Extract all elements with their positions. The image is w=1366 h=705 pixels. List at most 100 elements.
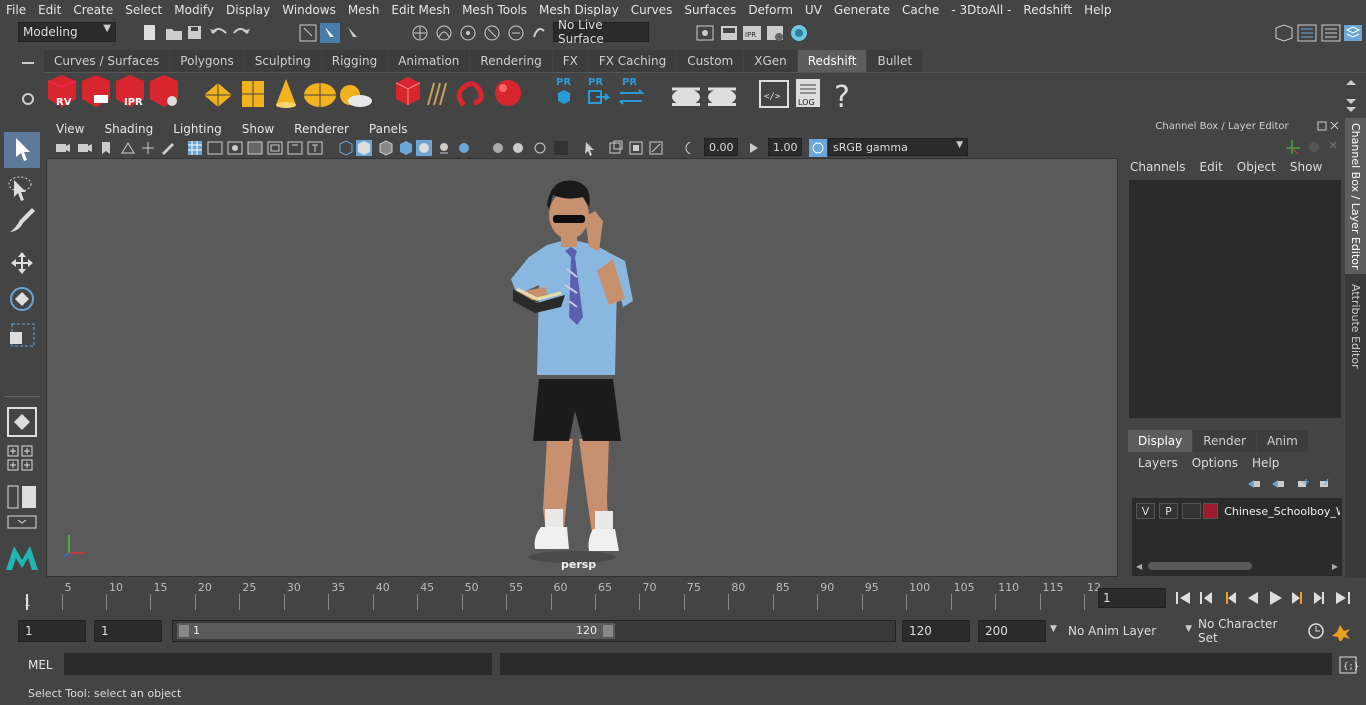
tab-animation[interactable]: Animation xyxy=(388,50,470,72)
smooth-shade-icon[interactable] xyxy=(356,140,372,156)
scroll-left-icon[interactable]: ◀ xyxy=(1136,562,1142,571)
auto-keyframe-icon[interactable] xyxy=(1308,623,1324,639)
wireframe-on-shaded-icon[interactable] xyxy=(379,140,393,156)
layer-color-swatch[interactable] xyxy=(1203,503,1219,519)
select-tool-icon[interactable] xyxy=(4,132,40,168)
menu-file[interactable]: File xyxy=(0,3,32,17)
shelf-scroll-down-icon[interactable] xyxy=(1346,99,1356,104)
grid-toggle-icon[interactable] xyxy=(188,141,202,155)
object-menu[interactable]: Object xyxy=(1237,160,1276,174)
animation-preferences-icon[interactable] xyxy=(1332,625,1350,641)
scroll-right-icon[interactable]: ▶ xyxy=(1332,562,1338,571)
step-forward-frame-icon[interactable] xyxy=(1314,592,1324,604)
time-slider[interactable]: 1510152025303540455055606570758085909510… xyxy=(18,580,1101,612)
go-to-start-icon[interactable] xyxy=(1176,592,1190,604)
speed-icon[interactable] xyxy=(1309,142,1319,152)
character-set-dropdown[interactable]: No Character Set xyxy=(1198,617,1300,645)
color-management-icon[interactable] xyxy=(808,138,828,158)
shelf-scroll-menu-icon[interactable] xyxy=(1346,107,1356,112)
gamma-field[interactable]: 1.00 xyxy=(768,138,802,156)
camera-select-icon[interactable] xyxy=(56,144,70,152)
float-panel-icon[interactable] xyxy=(1317,121,1327,131)
rs-spot-light-icon[interactable] xyxy=(276,79,296,108)
2d-pan-zoom-icon[interactable] xyxy=(142,142,154,154)
menu-edit-mesh[interactable]: Edit Mesh xyxy=(385,3,456,17)
new-layer-selected-icon[interactable] xyxy=(1320,478,1329,487)
menu-redshift[interactable]: Redshift xyxy=(1017,3,1078,17)
exposure-field[interactable]: 0.00 xyxy=(704,138,738,156)
pr-create-icon[interactable]: PR xyxy=(556,77,571,104)
snap-grid-icon[interactable] xyxy=(412,25,428,41)
shadows-icon[interactable] xyxy=(440,143,448,154)
render-view-rs-icon[interactable]: RV xyxy=(47,75,77,108)
menu-mesh-display[interactable]: Mesh Display xyxy=(533,3,625,17)
menu-deform[interactable]: Deform xyxy=(742,3,799,17)
ipr-rs-icon[interactable]: IPR xyxy=(116,75,144,108)
menu-create[interactable]: Create xyxy=(67,3,119,17)
move-layer-up-icon[interactable] xyxy=(1248,480,1260,488)
manipulator-icon[interactable] xyxy=(1286,140,1300,155)
layers-menu[interactable]: Layers xyxy=(1138,456,1178,470)
tab-rigging[interactable]: Rigging xyxy=(321,50,388,72)
film-gate-icon[interactable] xyxy=(207,141,223,155)
snap-curve-icon[interactable] xyxy=(436,25,452,41)
open-scene-icon[interactable] xyxy=(166,29,182,40)
select-by-component-icon[interactable] xyxy=(348,27,357,37)
menu-modify[interactable]: Modify xyxy=(168,3,220,17)
go-to-end-icon[interactable] xyxy=(1336,592,1350,604)
anim-layer-dropdown[interactable]: No Anim Layer ▼ xyxy=(1068,620,1194,642)
menu-cache[interactable]: Cache xyxy=(896,3,945,17)
viewport-menu-panels[interactable]: Panels xyxy=(359,122,418,136)
hypershade-icon[interactable] xyxy=(791,25,807,41)
snap-live-icon[interactable] xyxy=(508,25,524,41)
xray-active-icon[interactable] xyxy=(629,141,643,155)
tab-fx[interactable]: FX xyxy=(552,50,588,72)
live-surface-field[interactable]: No Live Surface xyxy=(553,18,649,46)
undo-icon[interactable] xyxy=(210,28,227,34)
viewport-menu-renderer[interactable]: Renderer xyxy=(284,122,359,136)
channel-box-area[interactable] xyxy=(1129,180,1341,418)
rs-material-assign-icon[interactable] xyxy=(708,87,736,106)
safe-title-icon[interactable] xyxy=(307,141,323,155)
chevron-down-icon[interactable]: ▼ xyxy=(1050,624,1057,634)
tab-polygons[interactable]: Polygons xyxy=(170,50,244,72)
screen-space-ao-icon[interactable] xyxy=(459,143,469,153)
pr-convert-icon[interactable]: PR xyxy=(619,77,645,105)
redo-icon[interactable] xyxy=(233,28,250,34)
camera-attributes-icon[interactable] xyxy=(649,141,663,155)
rs-area-light-icon[interactable] xyxy=(242,81,264,107)
use-all-lights-icon[interactable] xyxy=(416,140,432,156)
menu-select[interactable]: Select xyxy=(119,3,168,17)
rs-sphere-icon[interactable] xyxy=(495,80,521,106)
animation-start-field[interactable]: 1 xyxy=(18,620,86,642)
safe-action-icon[interactable] xyxy=(287,141,303,155)
menu-help[interactable]: Help xyxy=(1078,3,1117,17)
tool-settings-toggle-icon[interactable] xyxy=(1321,24,1341,42)
step-forward-key-icon[interactable] xyxy=(1292,592,1302,604)
playback-start-field[interactable]: 1 xyxy=(94,620,162,642)
four-pane-layout-icon[interactable] xyxy=(7,459,33,471)
script-editor-button-icon[interactable]: {;} xyxy=(1338,655,1358,675)
range-end-grip[interactable] xyxy=(603,625,613,637)
rs-proxy-icon[interactable] xyxy=(204,83,232,107)
viewport-menu-view[interactable]: View xyxy=(46,122,94,136)
isolate-select-icon[interactable] xyxy=(554,141,568,155)
gamma-icon[interactable] xyxy=(746,139,762,157)
grease-pencil-icon[interactable] xyxy=(162,143,174,155)
tab-bullet[interactable]: Bullet xyxy=(867,50,923,72)
layer-display-type-toggle[interactable] xyxy=(1182,503,1201,519)
menu-generate[interactable]: Generate xyxy=(828,3,896,17)
save-scene-icon[interactable] xyxy=(188,26,201,39)
render-frame-icon[interactable] xyxy=(721,26,737,40)
menu-edit[interactable]: Edit xyxy=(32,3,67,17)
menu-uv[interactable]: UV xyxy=(799,3,828,17)
render-settings-rs-icon[interactable] xyxy=(150,75,178,107)
rs-mesh-params-icon[interactable] xyxy=(395,77,421,105)
shelf-settings-icon[interactable] xyxy=(22,93,34,105)
range-slider-handle[interactable]: 1 120 xyxy=(177,623,615,639)
layer-hscrollbar[interactable]: ◀ ▶ xyxy=(1134,560,1340,572)
image-plane-icon[interactable] xyxy=(121,142,135,154)
rs-sun-sky-icon[interactable] xyxy=(340,85,372,107)
current-frame-box[interactable]: 1 xyxy=(1098,588,1166,608)
outliner-layout-icon[interactable] xyxy=(7,485,36,509)
